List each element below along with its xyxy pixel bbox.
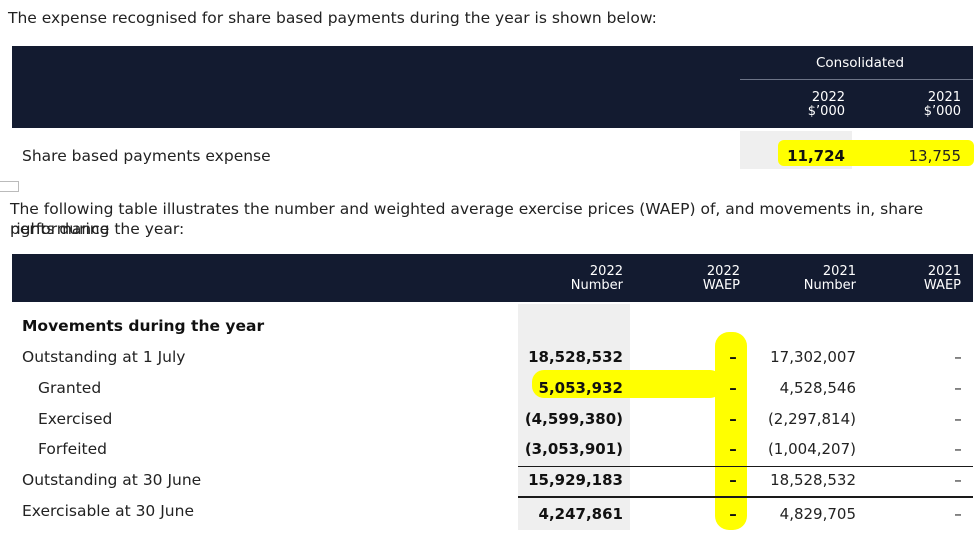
table1-value-2022: 11,724 xyxy=(787,147,845,165)
table2-cell-waep-2022: – xyxy=(729,410,737,428)
table2-cell-number-2022: 18,528,532 xyxy=(528,348,623,366)
table2-cell-number-2022: (3,053,901) xyxy=(524,440,623,458)
table2-cell-waep-2021: – xyxy=(954,471,962,489)
table2-section-title: Movements during the year xyxy=(22,317,265,335)
table1-value-2021: 13,755 xyxy=(908,147,962,165)
table1-row-label: Share based payments expense xyxy=(22,147,271,165)
table2-cell-waep-2022: – xyxy=(729,440,737,458)
table2-row-label: Granted xyxy=(38,379,102,397)
table2-row-label: Outstanding at 1 July xyxy=(22,348,186,366)
table2-col3-year: 2021 xyxy=(822,264,856,279)
table2-cell-number-2021: 17,302,007 xyxy=(770,348,856,366)
table2-col1-label: Number xyxy=(570,278,623,293)
table2-cell-number-2021: 4,528,546 xyxy=(779,379,856,397)
table2-row-label: Exercisable at 30 June xyxy=(22,502,194,520)
table2-cell-waep-2021: – xyxy=(954,505,962,523)
table1-group-rule xyxy=(740,79,973,80)
table1-col-2021-year: 2021 xyxy=(927,90,961,105)
table2-cell-number-2021: 18,528,532 xyxy=(770,471,856,489)
table2-cell-waep-2021: – xyxy=(954,440,962,458)
table2-row-label: Exercised xyxy=(38,410,113,428)
intro-text-expense: The expense recognised for share based p… xyxy=(8,9,657,27)
table2-cell-number-2022: 5,053,932 xyxy=(538,379,623,397)
table2-cell-waep-2022: – xyxy=(729,379,737,397)
table2-cell-number-2021: (1,004,207) xyxy=(767,440,856,458)
table2-cell-number-2022: 4,247,861 xyxy=(538,505,623,523)
table2-row-label: Outstanding at 30 June xyxy=(22,471,202,489)
subtotal-rule-top xyxy=(518,466,973,467)
table2-col3-label: Number xyxy=(803,278,856,293)
intro-text-rights-line2: rights during the year: xyxy=(10,220,185,238)
table2-col2-year: 2022 xyxy=(706,264,740,279)
table2-row-label: Forfeited xyxy=(38,440,107,458)
table1-col-2022-unit: $’000 xyxy=(807,104,845,119)
table2-cell-waep-2022: – xyxy=(729,471,737,489)
table2-cell-waep-2021: – xyxy=(954,379,962,397)
stray-mark xyxy=(0,181,19,192)
table2-cell-waep-2022: – xyxy=(729,348,737,366)
table2-col2-label: WAEP xyxy=(702,278,740,293)
table2-col4-year: 2021 xyxy=(927,264,961,279)
table2-col1-year: 2022 xyxy=(589,264,623,279)
table2-col4-label: WAEP xyxy=(923,278,961,293)
table2-cell-number-2022: (4,599,380) xyxy=(524,410,623,428)
table1-col-2022-year: 2022 xyxy=(811,90,845,105)
subtotal-rule-bottom xyxy=(518,496,973,498)
table2-cell-number-2021: (2,297,814) xyxy=(767,410,856,428)
table2-cell-number-2021: 4,829,705 xyxy=(779,505,856,523)
table1-col-2021-unit: $’000 xyxy=(923,104,961,119)
table2-cell-waep-2021: – xyxy=(954,410,962,428)
table1-group-header: Consolidated xyxy=(815,55,905,71)
table2-cell-waep-2021: – xyxy=(954,348,962,366)
table2-cell-number-2022: 15,929,183 xyxy=(528,471,623,489)
table2-cell-waep-2022: – xyxy=(729,505,737,523)
